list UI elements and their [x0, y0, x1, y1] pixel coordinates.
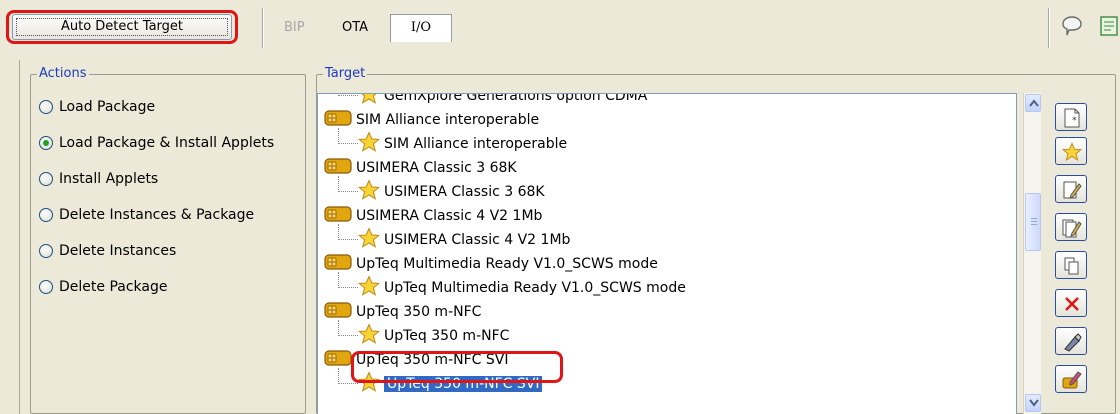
tab-ota[interactable]: OTA	[342, 16, 368, 40]
star-button[interactable]	[1055, 137, 1087, 165]
action-option[interactable]: Load Package	[39, 97, 155, 117]
tree-connector-line	[338, 176, 358, 192]
tree-vertical-scrollbar[interactable]	[1023, 93, 1041, 414]
delete-button[interactable]	[1055, 289, 1087, 317]
action-option-label: Load Package & Install Applets	[59, 135, 275, 151]
tree-node-label: SIM Alliance interoperable	[384, 136, 568, 152]
tree-node-label: USIMERA Classic 4 V2 1Mb	[384, 232, 571, 248]
red-highlight-selected-target	[351, 351, 563, 383]
actions-legend: Actions	[37, 66, 89, 82]
tree-node-label: UpTeq Multimedia Ready V1.0_SCWS mode	[356, 256, 658, 272]
radio-button[interactable]	[39, 244, 53, 258]
edit-button[interactable]	[1055, 175, 1087, 203]
tab-io[interactable]: I/O	[390, 14, 452, 42]
toolbar-separator	[1048, 8, 1049, 48]
tree-node-card[interactable]: UpTeq Multimedia Ready V1.0_SCWS mode	[324, 252, 658, 276]
speech-bubble-icon[interactable]	[1060, 14, 1084, 38]
tree-node-applet[interactable]: UpTeq 350 m-NFC	[357, 323, 510, 349]
action-option[interactable]: Delete Instances & Package	[39, 205, 254, 225]
left-panel-edge	[0, 60, 20, 414]
tree-connector-line	[338, 224, 358, 240]
scroll-down-button[interactable]	[1025, 394, 1041, 412]
radio-button[interactable]	[39, 208, 53, 222]
radio-button[interactable]	[39, 172, 53, 186]
scroll-up-button[interactable]	[1025, 94, 1041, 112]
svg-text:*: *	[1072, 116, 1077, 126]
action-option-label: Load Package	[59, 99, 156, 115]
thumb-grip	[1031, 224, 1037, 225]
tree-node-label: UpTeq 350 m-NFC	[384, 328, 510, 344]
target-legend: Target	[323, 66, 368, 82]
action-option-label: Delete Instances	[59, 243, 177, 259]
red-highlight-auto-detect	[6, 10, 238, 44]
tree-node-applet[interactable]: GemXplore Generations option CDMA	[358, 93, 648, 109]
tree-node-label: USIMERA Classic 3 68K	[356, 160, 517, 176]
tree-node-label: UpTeq Multimedia Ready V1.0_SCWS mode	[384, 280, 686, 296]
copy-button[interactable]	[1055, 251, 1087, 279]
radio-button[interactable]	[39, 280, 53, 294]
star-icon	[357, 323, 381, 349]
toolbar: Auto Detect Target BIP OTA I/O	[0, 0, 1120, 58]
tab-bip[interactable]: BIP	[284, 16, 305, 40]
tree-node-label: GemXplore Generations option CDMA	[384, 93, 648, 104]
tree-node-applet[interactable]: USIMERA Classic 4 V2 1Mb	[357, 227, 571, 253]
tree-connector-line	[338, 128, 358, 144]
tree-connector-line	[338, 272, 358, 288]
action-option-label: Delete Package	[59, 279, 168, 295]
radio-button[interactable]	[39, 100, 53, 114]
action-option-label: Delete Instances & Package	[59, 207, 255, 223]
radio-button[interactable]	[39, 136, 53, 150]
tree-node-applet[interactable]: SIM Alliance interoperable	[357, 131, 568, 157]
action-option[interactable]: Load Package & Install Applets	[39, 133, 274, 153]
tree-connector-line	[338, 320, 358, 336]
edit-multiple-button[interactable]	[1055, 213, 1087, 241]
tree-node-applet[interactable]: UpTeq Multimedia Ready V1.0_SCWS mode	[357, 275, 686, 301]
star-icon	[358, 94, 380, 109]
star-icon	[357, 179, 381, 205]
chevron-down-icon	[1029, 399, 1039, 407]
action-option[interactable]: Delete Package	[39, 277, 167, 297]
star-icon	[357, 131, 381, 157]
card-edit-button[interactable]	[1055, 365, 1087, 393]
tree-node-label: SIM Alliance interoperable	[356, 112, 540, 128]
star-icon	[357, 227, 381, 253]
tree-node-label: USIMERA Classic 4 V2 1Mb	[356, 208, 543, 224]
action-option-label: Install Applets	[59, 171, 159, 187]
tree-connector-line	[338, 94, 358, 96]
toolbar-separator	[262, 8, 263, 48]
target-group: Target GemXplore Generations option CDMA…	[316, 66, 1116, 414]
actions-group: Actions Load Package Load Package & Insta…	[30, 66, 306, 414]
pencil-eraser-button[interactable]	[1055, 327, 1087, 355]
new-document-button[interactable]: *	[1055, 103, 1087, 131]
document-icon[interactable]	[1098, 15, 1120, 37]
action-option[interactable]: Delete Instances	[39, 241, 176, 261]
thumb-grip	[1031, 221, 1037, 222]
tree-node-label: UpTeq 350 m-NFC	[356, 304, 482, 320]
scroll-thumb[interactable]	[1025, 193, 1041, 251]
star-icon	[357, 275, 381, 301]
thumb-grip	[1031, 218, 1037, 219]
action-option[interactable]: Install Applets	[39, 169, 158, 189]
chevron-up-icon	[1029, 99, 1039, 107]
tree-node-applet[interactable]: USIMERA Classic 3 68K	[357, 179, 545, 205]
tree-node-label: USIMERA Classic 3 68K	[384, 184, 545, 200]
